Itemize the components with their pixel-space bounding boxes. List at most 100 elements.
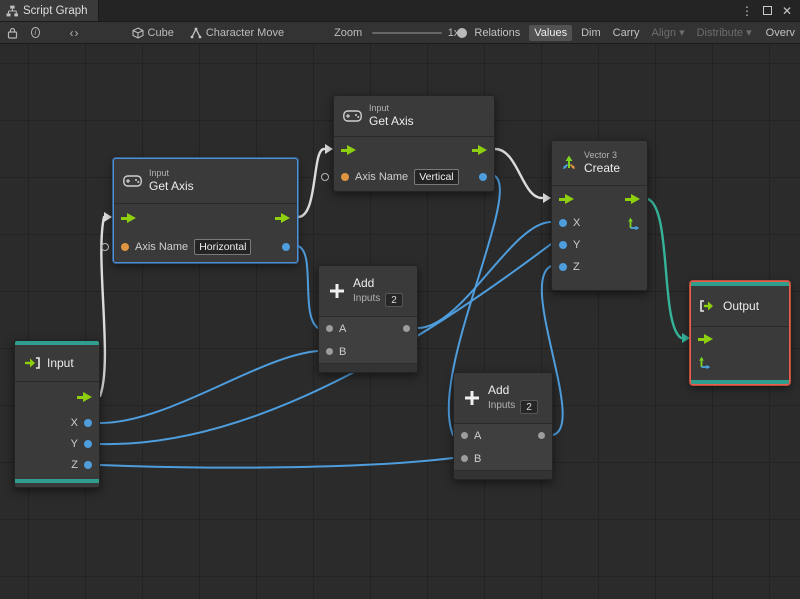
axis-name-port[interactable]: [341, 173, 349, 181]
node-vector3-create[interactable]: Vector 3 Create X Y Z: [551, 140, 648, 291]
value-out-port[interactable]: [479, 173, 487, 181]
result-port[interactable]: [538, 432, 545, 439]
wire-input-z-to-add2-b[interactable]: [99, 457, 454, 469]
zoom-slider[interactable]: [372, 27, 468, 38]
port-row-z: Z: [15, 454, 99, 475]
flow-row: [334, 137, 494, 163]
node-title: Add: [353, 275, 375, 290]
window-controls: ⋮ ✕: [741, 0, 800, 21]
output-x-port[interactable]: [84, 418, 92, 427]
node-title: Input: [47, 355, 74, 370]
flow-out-port[interactable]: [77, 391, 92, 403]
flow-out-port[interactable]: [275, 212, 290, 224]
graph-canvas[interactable]: Input Get Axis Axis Name Vertical Input …: [0, 44, 800, 599]
flow-in-port[interactable]: [121, 212, 136, 224]
node-kicker: Input: [369, 102, 390, 113]
node-header: Vector 3 Create: [552, 141, 647, 185]
node-graph-input[interactable]: Input X Y Z: [14, 340, 100, 488]
inputs-count-stepper[interactable]: 2: [520, 399, 538, 414]
relations-button[interactable]: Relations: [469, 25, 525, 41]
node-get-axis-horizontal[interactable]: Input Get Axis Axis Name Horizontal: [101, 158, 298, 263]
wire-vector3-to-output[interactable]: [646, 197, 683, 340]
input-z-port[interactable]: [559, 263, 567, 271]
unconnected-input-port[interactable]: [321, 173, 329, 181]
breadcrumb-character-move[interactable]: Character Move: [190, 27, 284, 39]
wire-getaxis-horizontal-to-vertical[interactable]: [296, 147, 326, 219]
carry-button[interactable]: Carry: [608, 25, 645, 41]
align-label: Align: [651, 27, 676, 39]
output-z-port[interactable]: [84, 460, 92, 469]
gamepad-icon: [343, 110, 362, 122]
input-a-port[interactable]: [461, 432, 468, 439]
info-icon[interactable]: i: [31, 27, 40, 38]
port-row-x: X: [15, 412, 99, 433]
flow-out-port[interactable]: [472, 144, 487, 156]
full-screen-icon[interactable]: ‹›: [70, 26, 80, 40]
node-title: Create: [584, 161, 621, 176]
values-button[interactable]: Values: [529, 24, 573, 41]
gamepad-icon: [123, 175, 142, 187]
input-b-port[interactable]: [326, 348, 333, 355]
node-graph-output[interactable]: Output: [690, 281, 790, 385]
axis-name-label: Axis Name: [135, 241, 189, 253]
node-add-2[interactable]: Add Inputs 2 A B: [453, 372, 553, 480]
wire-horizontal-to-add1-a[interactable]: [297, 245, 319, 329]
output-x-label: X: [70, 416, 78, 429]
inputs-label: Inputs: [488, 400, 516, 412]
overview-button[interactable]: Overv: [761, 25, 800, 41]
port-row-z: Z: [552, 256, 647, 278]
inputs-count-stepper[interactable]: 2: [385, 292, 403, 307]
close-icon[interactable]: ✕: [782, 5, 792, 17]
script-graph-icon: [6, 5, 18, 16]
zoom-label: Zoom: [334, 26, 363, 39]
output-y-port[interactable]: [84, 439, 92, 448]
node-footer: [319, 363, 417, 372]
node-header: Input Get Axis: [114, 159, 297, 203]
input-y-port[interactable]: [559, 241, 567, 249]
wire-input-x-to-add1-b[interactable]: [99, 350, 319, 424]
wire-getaxis-vertical-to-vector3[interactable]: [493, 147, 544, 200]
flow-in-port[interactable]: [341, 144, 356, 156]
align-caret-icon: ▾: [679, 27, 685, 39]
kebab-menu-icon[interactable]: ⋮: [741, 5, 753, 17]
flow-row: [15, 382, 99, 412]
axis-name-port[interactable]: [121, 243, 129, 251]
node-title: Add: [488, 382, 510, 397]
node-add-1[interactable]: Add Inputs 2 A B: [318, 265, 418, 373]
node-get-axis-vertical[interactable]: Input Get Axis Axis Name Vertical: [321, 95, 495, 192]
input-b-port[interactable]: [461, 455, 468, 462]
align-dropdown[interactable]: Align ▾: [647, 24, 690, 41]
breadcrumb-cube[interactable]: Cube: [132, 27, 174, 39]
input-a-port[interactable]: [326, 325, 333, 332]
distribute-dropdown[interactable]: Distribute ▾: [692, 24, 757, 41]
node-footer: [454, 470, 552, 479]
graph-toolbar: i ‹› Cube Character Move Zoom 1x Relatio…: [0, 22, 800, 44]
vector3-input-port-icon[interactable]: [698, 356, 711, 369]
axis-name-field[interactable]: Horizontal: [194, 239, 252, 255]
output-icon: [700, 300, 713, 312]
input-x-port[interactable]: [559, 219, 567, 227]
node-header: Output: [691, 286, 789, 326]
flow-out-port[interactable]: [625, 193, 640, 205]
flow-in-port[interactable]: [559, 193, 574, 205]
input-a-label: A: [474, 429, 482, 442]
distribute-caret-icon: ▾: [746, 27, 752, 39]
tab-script-graph[interactable]: Script Graph: [0, 0, 99, 21]
value-out-port[interactable]: [282, 243, 290, 251]
dim-button[interactable]: Dim: [576, 25, 606, 41]
unconnected-input-port[interactable]: [101, 243, 109, 251]
maximize-icon[interactable]: [762, 6, 772, 15]
axis-name-field[interactable]: Vertical: [414, 169, 459, 185]
port-row-y: Y: [15, 433, 99, 454]
lock-icon[interactable]: [7, 27, 18, 39]
wire-add1-to-vector3-x[interactable]: [417, 221, 552, 329]
result-port[interactable]: [403, 325, 410, 332]
node-header: Add Inputs 2: [454, 373, 552, 423]
zoom-slider-handle[interactable]: [457, 27, 468, 38]
node-title: Get Axis: [369, 114, 414, 129]
vector3-result-port-icon[interactable]: [627, 217, 640, 230]
output-y-label: Y: [70, 437, 78, 450]
node-title: Get Axis: [149, 179, 194, 194]
teal-strip: [691, 380, 789, 384]
flow-in-port[interactable]: [698, 333, 713, 345]
